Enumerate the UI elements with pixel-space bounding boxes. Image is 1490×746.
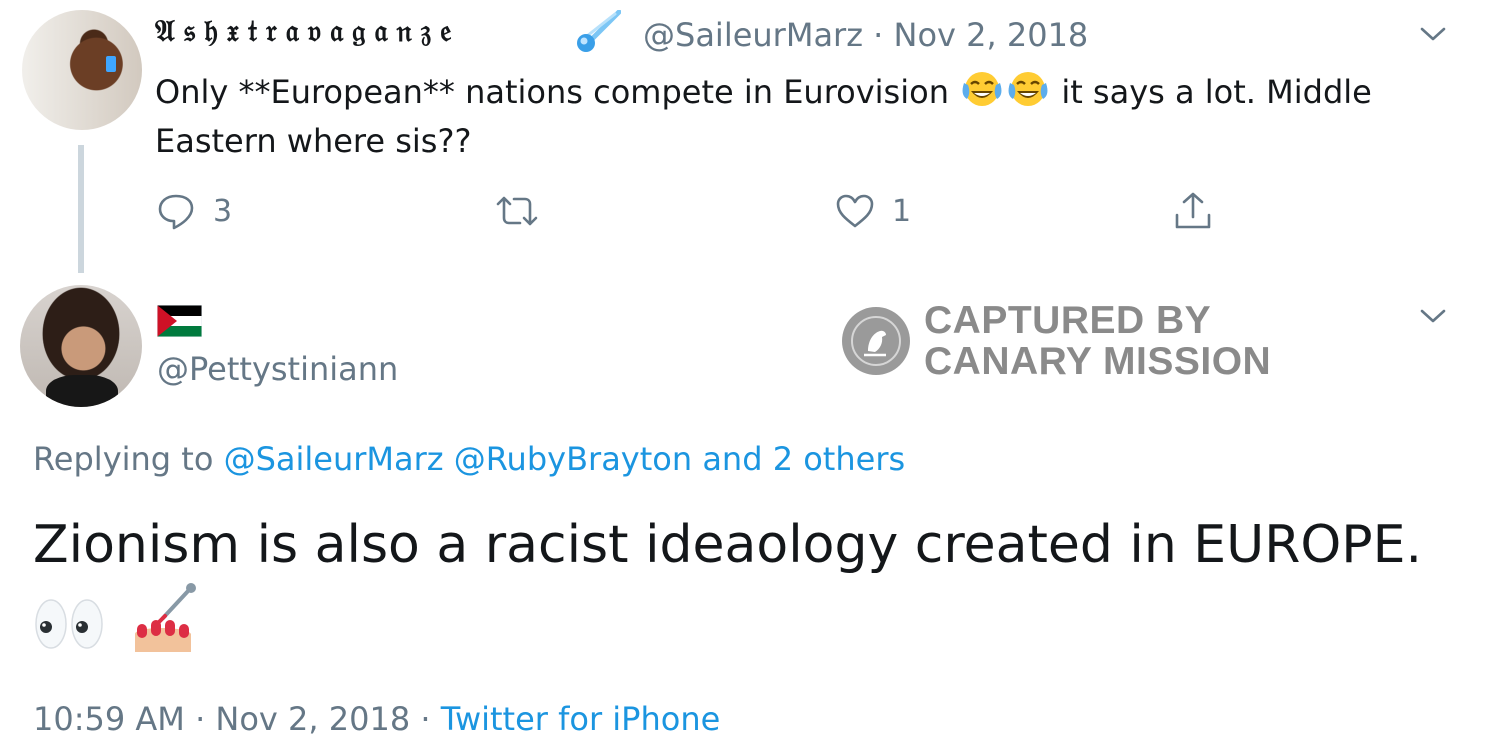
avatar[interactable] [20,285,142,407]
display-name[interactable]: 𝔄𝔰𝔥𝔵𝔱𝔯𝔞𝔳𝔞𝔤𝔞𝔫𝔷𝔢 [155,14,461,49]
separator: · [873,16,884,54]
palestine-flag-icon [157,305,202,337]
watermark-text: CAPTURED BY CANARY MISSION [924,300,1271,382]
tweet-date[interactable]: Nov 2, 2018 [215,700,410,738]
canary-logo-icon [842,307,910,375]
avatar[interactable] [22,10,142,130]
shirt-shape [46,375,118,407]
watermark-line2: CANARY MISSION [924,340,1272,383]
share-icon [1175,192,1211,229]
like-count: 1 [892,193,912,229]
tweet-meta: @SaileurMarz · Nov 2, 2018 [643,16,1088,54]
tweet-timestamp: 10:59 AM · Nov 2, 2018 · Twitter for iPh… [33,700,720,738]
tweet-text: Zionism is also a racist ideaology creat… [33,515,1423,575]
like-button[interactable]: 1 [834,190,911,232]
tweet-text: Only **European** nations compete in Eur… [155,68,1445,166]
tweet-actions: 3 1 [0,190,1490,234]
watermark-line1: CAPTURED BY [924,299,1212,342]
share-button[interactable] [1172,190,1214,232]
handle[interactable]: @Pettystiniann [157,350,398,388]
retweet-icon [496,196,538,226]
eyes-emoji-icon [35,599,103,649]
handle[interactable]: @SaileurMarz [643,16,863,54]
face-with-tears-of-joy-icon [1008,72,1048,106]
face-with-tears-of-joy-icon [962,72,1002,106]
tweet-text-part1: Only **European** nations compete in Eur… [155,73,949,111]
reply-icon [158,194,194,230]
reply-button[interactable]: 3 [155,190,232,232]
like-icon [836,194,874,228]
separator: · [420,700,431,738]
chevron-down-icon[interactable] [1418,24,1448,44]
chevron-down-icon[interactable] [1418,306,1448,326]
separator: · [195,700,206,738]
nail-polish-emoji-icon [135,583,196,652]
canary-watermark: CAPTURED BY CANARY MISSION [842,300,1271,382]
comet-emoji-icon [577,10,621,52]
replying-prefix: Replying to [33,440,214,478]
tweet-source[interactable]: Twitter for iPhone [441,700,721,738]
emoji-row [33,582,199,654]
phone-shape [106,56,116,72]
tweet-time[interactable]: 10:59 AM [33,700,185,738]
tweet-date[interactable]: Nov 2, 2018 [894,16,1089,54]
retweet-button[interactable] [494,190,556,232]
replying-to-links[interactable]: @SaileurMarz @RubyBrayton and 2 others [224,440,906,478]
replying-to: Replying to @SaileurMarz @RubyBrayton an… [33,440,905,478]
reply-count: 3 [213,193,233,229]
